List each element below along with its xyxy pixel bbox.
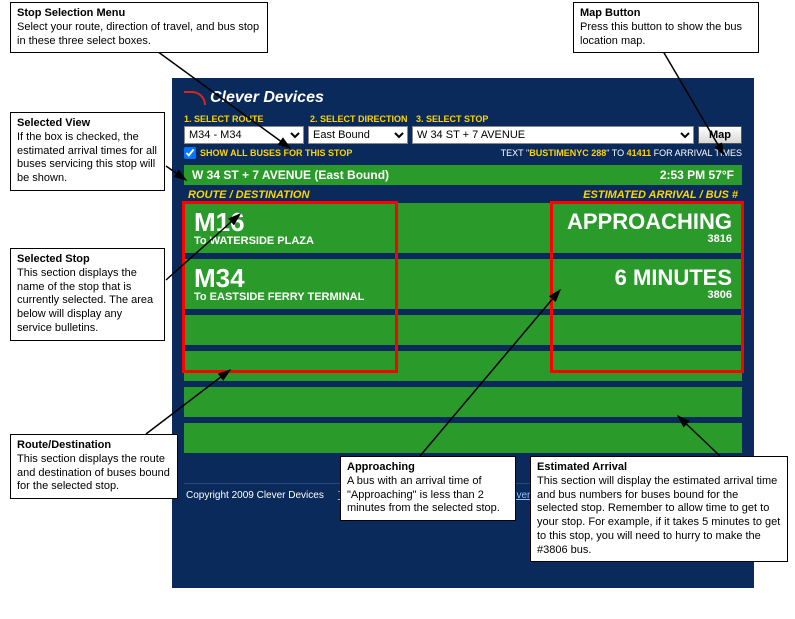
bus-number: 3806 (615, 289, 732, 301)
controls: 1. SELECT ROUTE 2. SELECT DIRECTION 3. S… (176, 114, 750, 159)
show-all-checkbox[interactable] (184, 147, 196, 159)
route-number: M16 (194, 209, 314, 235)
label-stop: 3. SELECT STOP (416, 114, 742, 124)
selects-row: M34 - M34 East Bound W 34 ST + 7 AVENUE … (184, 126, 742, 144)
copyright: Copyright 2009 Clever Devices (186, 490, 324, 501)
arrival-row-empty (184, 387, 742, 417)
callout-title: Map Button (580, 7, 752, 21)
callout-selected-view: Selected View If the box is checked, the… (10, 112, 165, 191)
stop-bar: W 34 ST + 7 AVENUE (East Bound) 2:53 PM … (184, 165, 742, 185)
control-labels: 1. SELECT ROUTE 2. SELECT DIRECTION 3. S… (184, 114, 742, 124)
callout-body: A bus with an arrival time of "Approachi… (347, 475, 500, 515)
logo-row: Clever Devices (176, 82, 750, 114)
callout-selected-stop: Selected Stop This section displays the … (10, 248, 165, 341)
callout-title: Selected View (17, 117, 158, 131)
time-temp: 2:53 PM 57°F (660, 168, 734, 182)
select-route[interactable]: M34 - M34 (184, 126, 304, 144)
route-number: M34 (194, 265, 364, 291)
callout-route-destination: Route/Destination This section displays … (10, 434, 178, 499)
arrival-row: M16 To WATERSIDE PLAZA APPROACHING 3816 (184, 203, 742, 253)
arrival-row-empty (184, 423, 742, 453)
label-route: 1. SELECT ROUTE (184, 114, 304, 124)
callout-body: Press this button to show the bus locati… (580, 21, 742, 47)
header-arrival: ESTIMATED ARRIVAL / BUS # (583, 189, 738, 201)
map-button[interactable]: Map (698, 126, 742, 144)
callout-title: Stop Selection Menu (17, 7, 261, 21)
arrival-row: M34 To EASTSIDE FERRY TERMINAL 6 MINUTES… (184, 259, 742, 309)
callout-body: Select your route, direction of travel, … (17, 21, 259, 47)
callout-map-button: Map Button Press this button to show the… (573, 2, 759, 53)
arrival-row-empty (184, 315, 742, 345)
callout-body: This section will display the estimated … (537, 475, 780, 556)
label-direction: 2. SELECT DIRECTION (310, 114, 410, 124)
callout-body: This section displays the name of the st… (17, 267, 153, 334)
column-headers: ROUTE / DESTINATION ESTIMATED ARRIVAL / … (176, 189, 750, 201)
stop-name: W 34 ST + 7 AVENUE (East Bound) (192, 168, 389, 182)
swoosh-icon (184, 91, 206, 105)
callout-estimated-arrival: Estimated Arrival This section will disp… (530, 456, 788, 562)
route-destination: To WATERSIDE PLAZA (194, 235, 314, 247)
route-destination: To EASTSIDE FERRY TERMINAL (194, 291, 364, 303)
callout-title: Route/Destination (17, 439, 171, 453)
callout-stop-selection: Stop Selection Menu Select your route, d… (10, 2, 268, 53)
results: M16 To WATERSIDE PLAZA APPROACHING 3816 … (184, 203, 742, 453)
arrival-row-empty (184, 351, 742, 381)
callout-body: This section displays the route and dest… (17, 453, 170, 493)
brand-text: Clever Devices (210, 89, 324, 107)
checkbox-row: SHOW ALL BUSES FOR THIS STOP TEXT "BUSTI… (184, 147, 742, 159)
select-direction[interactable]: East Bound (308, 126, 408, 144)
callout-title: Estimated Arrival (537, 461, 781, 475)
arrival-time: APPROACHING (567, 211, 732, 233)
bus-number: 3816 (567, 233, 732, 245)
arrival-time: 6 MINUTES (615, 267, 732, 289)
show-all-label: SHOW ALL BUSES FOR THIS STOP (200, 148, 352, 158)
callout-title: Selected Stop (17, 253, 158, 267)
header-route-dest: ROUTE / DESTINATION (188, 189, 309, 201)
callout-title: Approaching (347, 461, 509, 475)
select-stop[interactable]: W 34 ST + 7 AVENUE (412, 126, 694, 144)
sms-hint: TEXT "BUSTIMENYC 288" TO 41411 FOR ARRIV… (501, 148, 742, 158)
callout-body: If the box is checked, the estimated arr… (17, 131, 157, 184)
callout-approaching: Approaching A bus with an arrival time o… (340, 456, 516, 521)
